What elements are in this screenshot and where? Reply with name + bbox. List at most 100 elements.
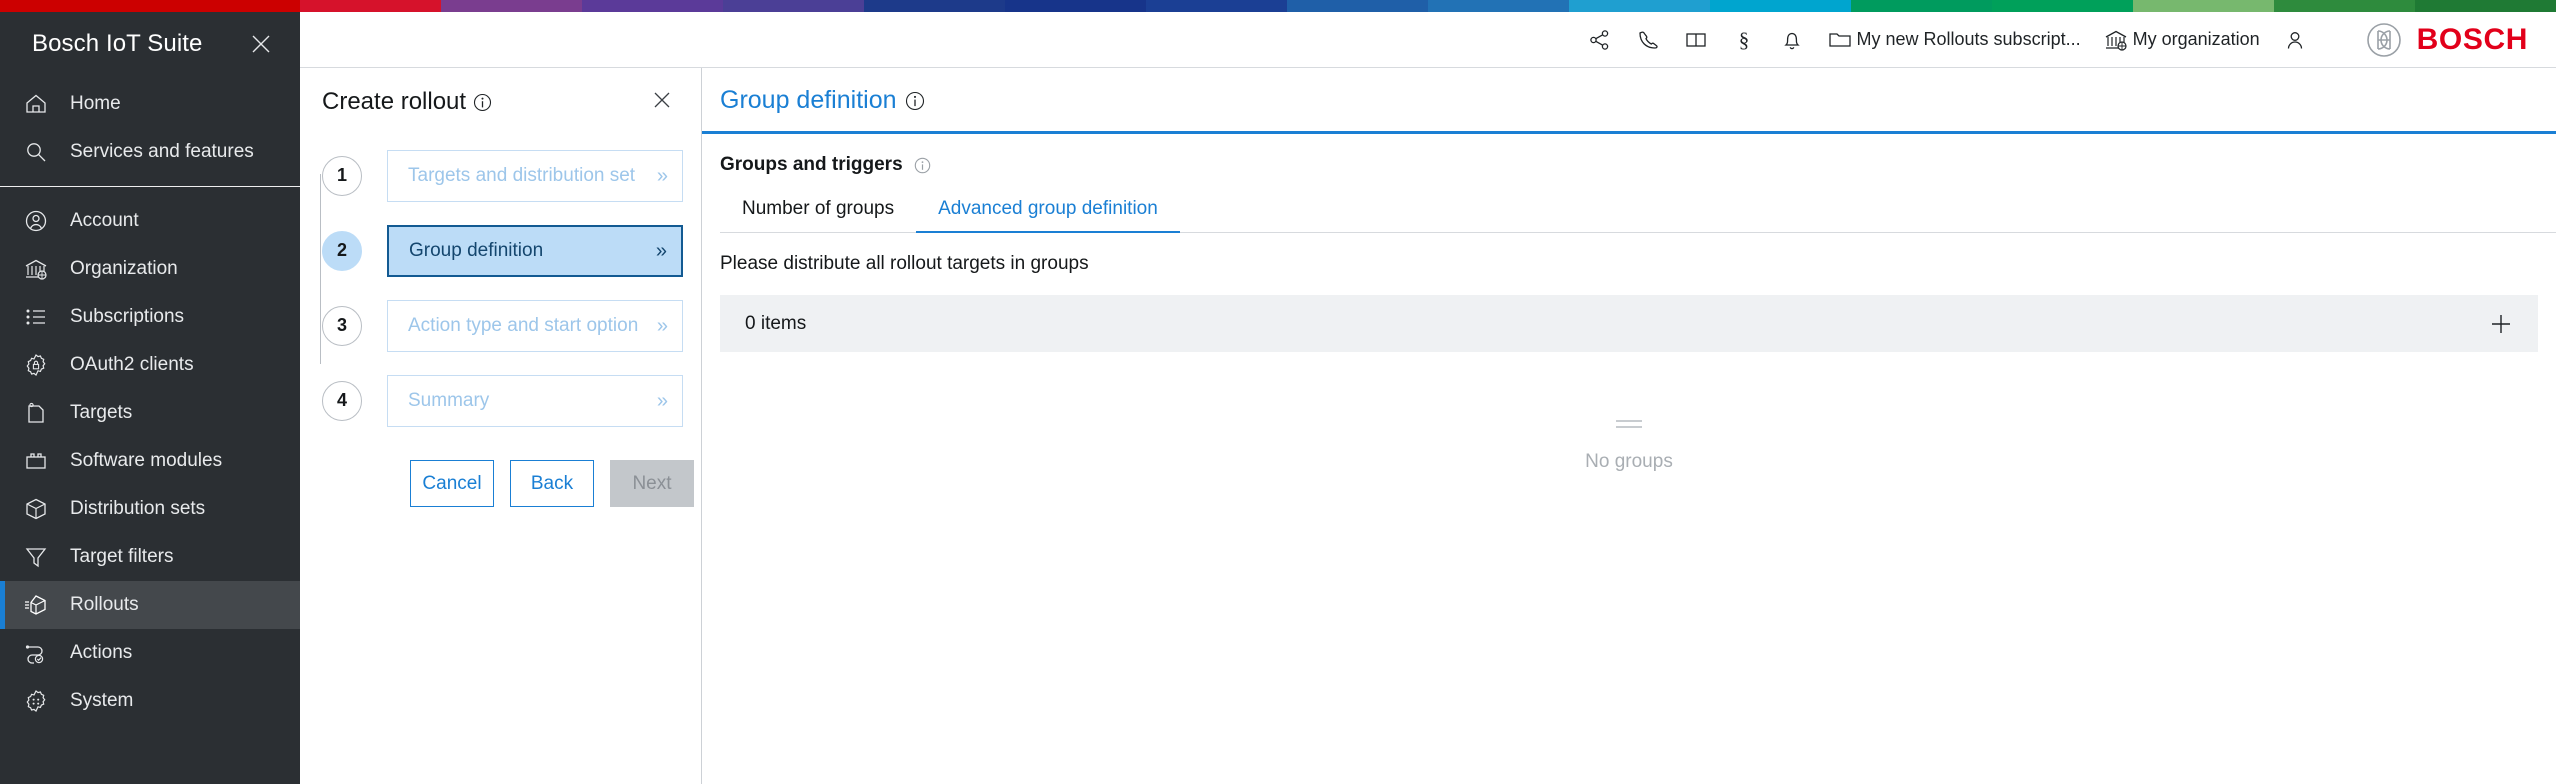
subscription-selector[interactable]: My new Rollouts subscript... xyxy=(1816,18,2092,62)
notification-bell-icon[interactable] xyxy=(1768,18,1816,62)
bosch-supergraphic-icon xyxy=(2365,21,2403,59)
step-connector xyxy=(320,174,321,364)
info-icon[interactable] xyxy=(905,91,925,111)
step-button-summary[interactable]: Summary » xyxy=(387,375,683,427)
sidebar-item-target-filters[interactable]: Target filters xyxy=(0,533,300,581)
gradient-segment xyxy=(582,0,723,12)
header-actions: § My new Rollouts subscript... My organi… xyxy=(1576,18,2529,62)
step-button-group-definition[interactable]: Group definition » xyxy=(387,225,683,277)
sidebar-group-main: Account Organization Subscriptions OAuth… xyxy=(0,193,300,725)
sidebar-item-label: Account xyxy=(70,210,139,232)
sidebar: Bosch IoT Suite Home Services and featur… xyxy=(0,12,300,784)
wizard-step-4: 4 Summary » xyxy=(322,363,683,438)
gradient-segment xyxy=(864,0,1005,12)
sidebar-item-targets[interactable]: Targets xyxy=(0,389,300,437)
tab-number-of-groups[interactable]: Number of groups xyxy=(720,192,916,233)
info-icon[interactable] xyxy=(914,157,931,174)
close-icon[interactable] xyxy=(651,89,673,116)
system-gear-icon xyxy=(22,687,50,715)
sidebar-item-distribution-sets[interactable]: Distribution sets xyxy=(0,485,300,533)
subscription-label: My new Rollouts subscript... xyxy=(1857,29,2081,50)
distribute-targets-hint: Please distribute all rollout targets in… xyxy=(702,233,2556,275)
list-icon xyxy=(22,303,50,331)
sidebar-item-subscriptions[interactable]: Subscriptions xyxy=(0,293,300,341)
gradient-segment xyxy=(1428,0,1569,12)
step-label: Action type and start option xyxy=(408,315,638,337)
sidebar-item-oauth2-clients[interactable]: OAuth2 clients xyxy=(0,341,300,389)
user-profile-icon[interactable] xyxy=(2271,18,2319,62)
gradient-segment xyxy=(1992,0,2133,12)
step-label: Targets and distribution set xyxy=(408,165,635,187)
actions-icon xyxy=(22,639,50,667)
sidebar-item-organization[interactable]: Organization xyxy=(0,245,300,293)
sidebar-item-label: Subscriptions xyxy=(70,306,184,328)
organization-selector[interactable]: My organization xyxy=(2092,18,2271,62)
sidebar-title: Bosch IoT Suite xyxy=(32,30,202,58)
close-icon[interactable] xyxy=(248,31,274,57)
sidebar-item-software-modules[interactable]: Software modules xyxy=(0,437,300,485)
step-label: Group definition xyxy=(409,240,543,262)
gradient-segment xyxy=(1005,0,1146,12)
tab-advanced-group-definition[interactable]: Advanced group definition xyxy=(916,192,1180,233)
legal-paragraph-icon[interactable]: § xyxy=(1720,18,1768,62)
wizard-step-1: 1 Targets and distribution set » xyxy=(322,138,683,213)
sidebar-item-home[interactable]: Home xyxy=(0,80,300,128)
sidebar-item-label: Organization xyxy=(70,258,178,280)
organization-icon xyxy=(2103,27,2129,53)
distribution-set-icon xyxy=(22,495,50,523)
step-number-badge: 2 xyxy=(322,231,362,271)
main-title-row: Group definition xyxy=(702,68,2556,134)
gradient-segment xyxy=(2415,0,2556,12)
groups-placeholder-icon xyxy=(1612,414,1646,441)
info-icon[interactable] xyxy=(473,93,492,112)
cancel-button[interactable]: Cancel xyxy=(410,460,494,507)
back-button[interactable]: Back xyxy=(510,460,594,507)
plus-icon[interactable] xyxy=(2488,311,2514,337)
step-button-targets-and-distribution-set[interactable]: Targets and distribution set » xyxy=(387,150,683,202)
sidebar-item-label: Targets xyxy=(70,402,132,424)
brand-gradient-bar xyxy=(0,0,2556,12)
wizard-steps: 1 Targets and distribution set » 2 Group… xyxy=(300,116,701,507)
sidebar-item-actions[interactable]: Actions xyxy=(0,629,300,677)
wizard-step-3: 3 Action type and start option » xyxy=(322,288,683,363)
create-rollout-wizard: Create rollout 1 Targets and distributio… xyxy=(300,68,702,784)
sidebar-item-label: Actions xyxy=(70,642,132,664)
step-number-badge: 4 xyxy=(322,381,362,421)
empty-state: No groups xyxy=(702,414,2556,473)
sidebar-divider xyxy=(0,186,300,187)
filter-icon xyxy=(22,543,50,571)
next-button: Next xyxy=(610,460,694,507)
sidebar-group-top: Home Services and features xyxy=(0,76,300,176)
sidebar-item-label: Home xyxy=(70,93,121,115)
software-module-icon xyxy=(22,447,50,475)
gradient-segment xyxy=(2274,0,2415,12)
sidebar-item-account[interactable]: Account xyxy=(0,197,300,245)
sidebar-item-label: Target filters xyxy=(70,546,173,568)
sidebar-item-rollouts[interactable]: Rollouts xyxy=(0,581,300,629)
group-definition-tabs: Number of groups Advanced group definiti… xyxy=(720,192,2556,233)
sidebar-item-label: Services and features xyxy=(70,141,254,163)
chevron-right-icon: » xyxy=(657,316,665,336)
gradient-segment xyxy=(300,0,441,12)
home-icon xyxy=(22,90,50,118)
account-icon xyxy=(22,207,50,235)
sidebar-item-services-and-features[interactable]: Services and features xyxy=(0,128,300,176)
sidebar-item-system[interactable]: System xyxy=(0,677,300,725)
gradient-segment xyxy=(723,0,864,12)
step-button-action-type-and-start-option[interactable]: Action type and start option » xyxy=(387,300,683,352)
step-label: Summary xyxy=(408,390,489,412)
sidebar-header: Bosch IoT Suite xyxy=(0,12,300,76)
item-count-label: 0 items xyxy=(745,313,806,335)
target-device-icon xyxy=(22,399,50,427)
folder-icon xyxy=(1827,27,1853,53)
section-title: Groups and triggers xyxy=(720,154,903,176)
book-icon[interactable] xyxy=(1672,18,1720,62)
gradient-segment xyxy=(0,0,300,12)
phone-icon[interactable] xyxy=(1624,18,1672,62)
sidebar-item-label: Distribution sets xyxy=(70,498,205,520)
share-icon[interactable] xyxy=(1576,18,1624,62)
main-content: Group definition Groups and triggers Num… xyxy=(702,68,2556,784)
gear-lock-icon xyxy=(22,351,50,379)
wizard-header: Create rollout xyxy=(300,68,701,116)
page-title: Create rollout xyxy=(322,88,466,116)
